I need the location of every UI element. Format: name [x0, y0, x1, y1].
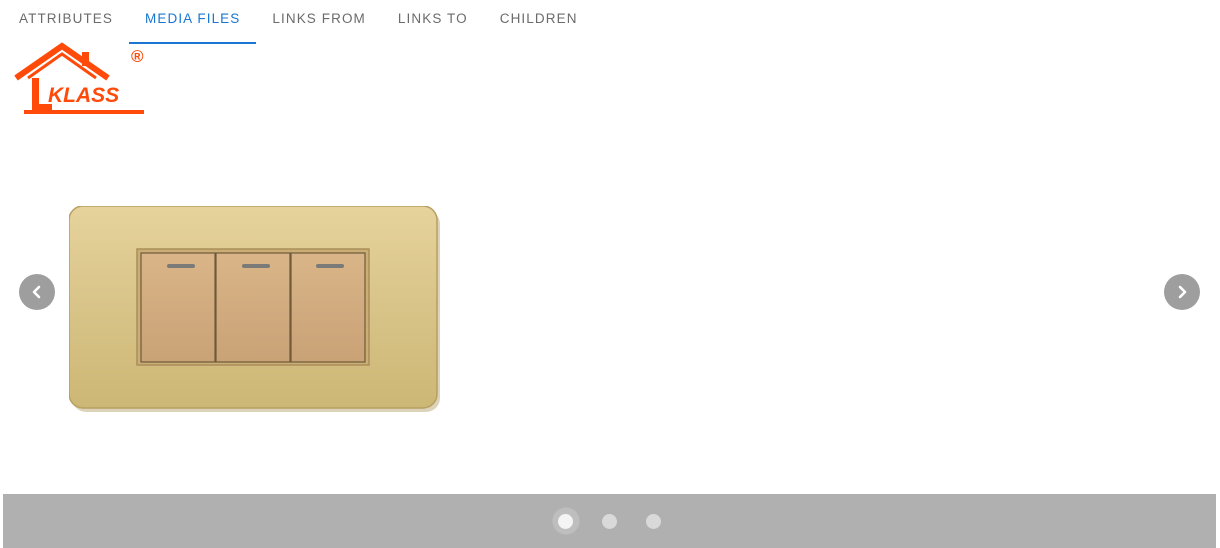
carousel-indicator-1[interactable]	[543, 499, 588, 543]
klass-logo: KLASS ®	[10, 42, 152, 118]
carousel-prev-button[interactable]	[19, 274, 55, 310]
product-image-wall-switch	[68, 205, 441, 412]
wall-switch-image	[68, 205, 440, 412]
carousel-indicator-2[interactable]	[588, 499, 632, 543]
indicator-dot	[602, 513, 617, 529]
tab-bar: ATTRIBUTES MEDIA FILES LINKS FROM LINKS …	[3, 0, 594, 44]
tab-links-to[interactable]: LINKS TO	[382, 0, 484, 44]
registered-mark: ®	[131, 47, 144, 66]
logo-text: KLASS	[48, 84, 119, 107]
media-carousel	[3, 120, 1216, 548]
chevron-left-icon	[32, 285, 41, 299]
klass-logo-graphic: KLASS ®	[14, 42, 144, 114]
tab-media-files[interactable]: MEDIA FILES	[129, 0, 257, 44]
indicator-dot	[558, 513, 573, 529]
carousel-next-button[interactable]	[1164, 274, 1200, 310]
tab-children[interactable]: CHILDREN	[484, 0, 594, 44]
tab-links-from[interactable]: LINKS FROM	[256, 0, 382, 44]
tab-attributes[interactable]: ATTRIBUTES	[3, 0, 129, 44]
chevron-right-icon	[1178, 285, 1187, 299]
indicator-dot	[646, 513, 661, 529]
carousel-indicator-3[interactable]	[632, 499, 676, 543]
carousel-indicator-bar	[3, 494, 1216, 548]
